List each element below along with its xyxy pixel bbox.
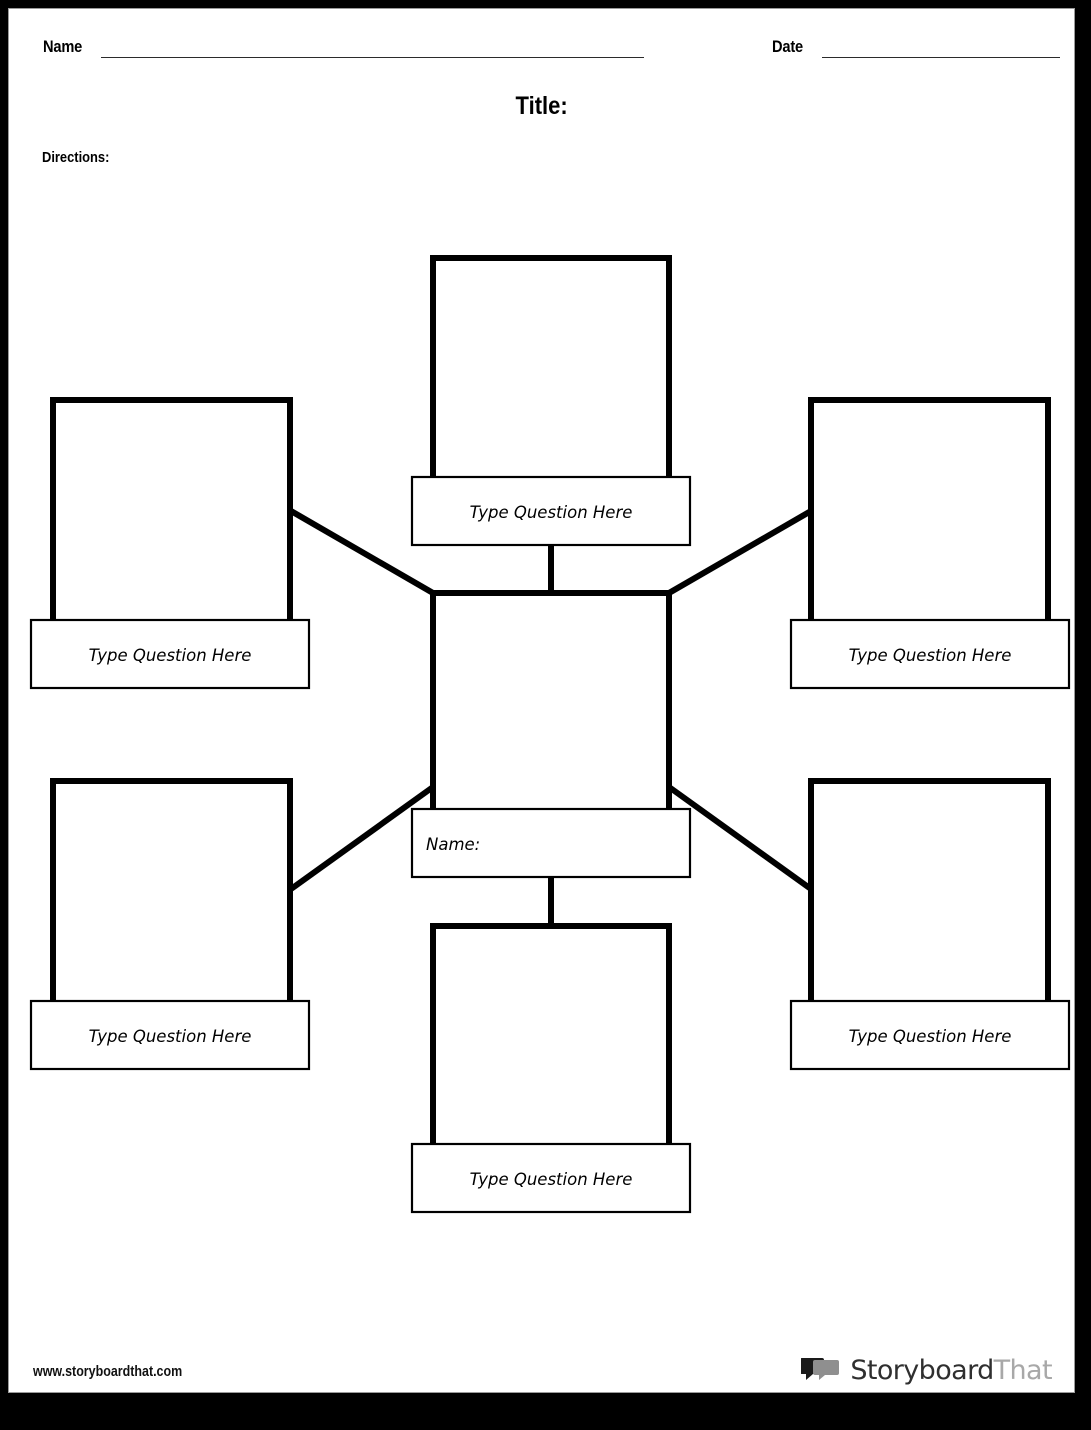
spoke-top-left-caption-text: Type Question Here (89, 646, 252, 665)
spoke-top-right-drawing-area[interactable] (808, 397, 1051, 646)
worksheet-page: Name Date Title: Directions: Type Questi… (8, 8, 1075, 1393)
spoke-bottom-left-caption-text: Type Question Here (89, 1027, 252, 1046)
spoke-bottom-right-caption-text: Type Question Here (849, 1027, 1012, 1046)
spoke-node-bottom-left[interactable]: Type Question Here (29, 778, 311, 1071)
date-write-in-line[interactable] (822, 57, 1060, 58)
spoke-bottom-left-drawing-area[interactable] (50, 778, 293, 1027)
footer-website-url[interactable]: www.storyboardthat.com (33, 1364, 182, 1380)
speech-bubbles-icon (801, 1358, 840, 1380)
page-frame: Name Date Title: Directions: Type Questi… (0, 0, 1091, 1430)
spoke-bottom-right-drawing-area[interactable] (808, 778, 1051, 1027)
brand-name-secondary: That (993, 1354, 1053, 1386)
spoke-node-bottom[interactable]: Type Question Here (410, 923, 692, 1214)
connector-center-to-bottom-left (289, 784, 435, 892)
center-node-caption-text: Name: (426, 835, 480, 854)
spoke-top-right-caption-text: Type Question Here (849, 646, 1012, 665)
page-title-text: Title: (515, 92, 568, 120)
spoke-node-top-left[interactable]: Type Question Here (29, 397, 311, 690)
connector-lines (289, 508, 813, 944)
spider-map-diagram: Type Question Here Type Question Here Ty… (29, 255, 1071, 1214)
spoke-bottom-drawing-area[interactable] (430, 923, 672, 1170)
spoke-bottom-left-caption-box[interactable] (29, 999, 311, 1071)
spoke-top-left-caption-box[interactable] (29, 618, 311, 690)
connector-center-to-bottom-right (667, 784, 813, 892)
spoke-node-bottom-right[interactable]: Type Question Here (789, 778, 1071, 1071)
spoke-bottom-caption-box[interactable] (410, 1142, 692, 1214)
worksheet-header: Name Date (9, 9, 1074, 79)
connector-center-to-top-left (289, 508, 435, 596)
storyboardthat-logo: StoryboardThat (801, 1350, 1053, 1390)
connector-center-to-top-right (667, 508, 813, 596)
spoke-node-top-right[interactable]: Type Question Here (789, 397, 1071, 690)
spoke-top-left-drawing-area[interactable] (50, 397, 293, 646)
brand-name-primary: Storyboard (850, 1354, 994, 1386)
brand-wordmark: StoryboardThat (850, 1357, 1052, 1384)
date-field-label: Date (772, 37, 804, 56)
name-field-label: Name (43, 37, 83, 56)
spoke-bottom-right-caption-box[interactable] (789, 999, 1071, 1071)
directions-label: Directions: (42, 149, 110, 166)
spoke-bottom-caption-text: Type Question Here (470, 1170, 633, 1189)
spoke-top-right-caption-box[interactable] (789, 618, 1071, 690)
page-title: Title: (9, 92, 1074, 121)
spoke-top-drawing-area[interactable] (430, 255, 672, 503)
spoke-node-top[interactable]: Type Question Here (410, 255, 692, 547)
name-write-in-line[interactable] (101, 57, 644, 58)
